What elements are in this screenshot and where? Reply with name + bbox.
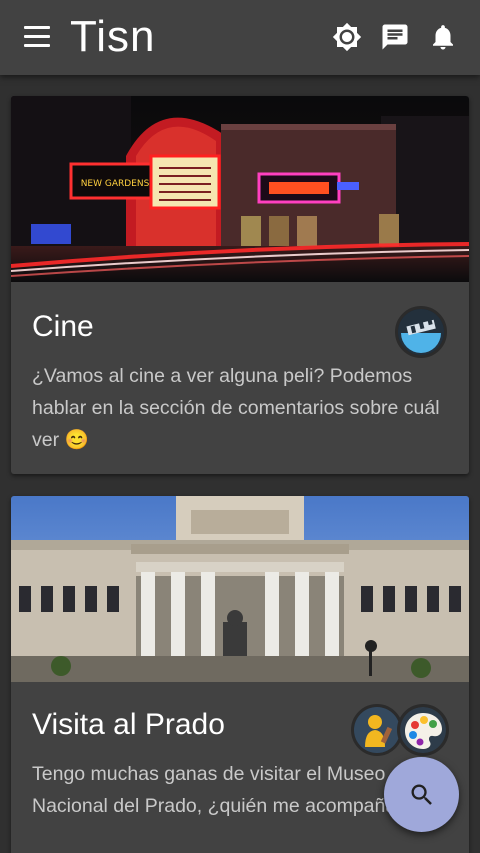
app-bar: Tisn: [0, 0, 480, 75]
clapperboard-icon[interactable]: [395, 306, 447, 358]
cinema-image: NEW GARDENS: [11, 96, 469, 282]
sculpture-icon[interactable]: [351, 704, 403, 756]
search-icon: [411, 784, 432, 805]
menu-icon[interactable]: [24, 26, 50, 48]
app-title: Tisn: [70, 12, 156, 61]
svg-text:NEW GARDENS: NEW GARDENS: [81, 179, 150, 189]
card-description: ¿Vamos al cine a ver alguna peli? Podemo…: [32, 365, 440, 451]
palette-icon[interactable]: [397, 704, 449, 756]
chat-icon[interactable]: [380, 22, 410, 52]
brightness-icon[interactable]: [332, 22, 362, 52]
search-fab[interactable]: [384, 757, 459, 832]
notifications-icon[interactable]: [428, 22, 458, 52]
prado-image: [11, 496, 469, 682]
event-card-cine[interactable]: NEW GARDENS Cine ¿Vamos al cine a ver al…: [11, 96, 469, 474]
card-title: Cine: [32, 310, 94, 343]
card-title: Visita al Prado: [32, 708, 225, 741]
